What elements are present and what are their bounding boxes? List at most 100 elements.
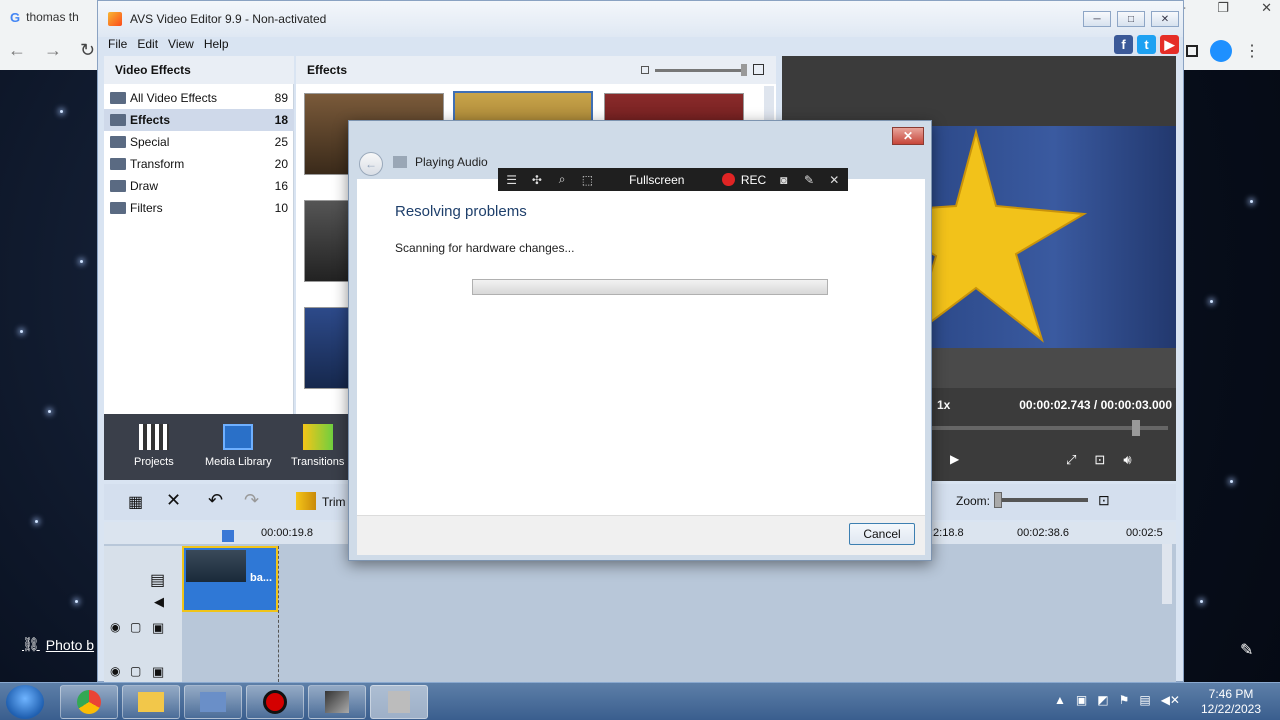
close-icon[interactable]: ✕	[827, 173, 842, 187]
region-zoom-icon[interactable]: ⌕	[555, 172, 570, 187]
fit-icon[interactable]: ⊡	[1098, 492, 1110, 509]
pencil-icon[interactable]: ✎	[801, 173, 816, 187]
back-button[interactable]: ←	[359, 152, 383, 176]
play-icon[interactable]: ▶	[950, 452, 959, 466]
move-icon[interactable]: ✣	[529, 173, 544, 187]
facebook-icon[interactable]: f	[1114, 35, 1133, 54]
category-count: 20	[274, 157, 288, 171]
crop-icon[interactable]: ⬚	[580, 173, 595, 187]
youtube-icon[interactable]: ▶	[1160, 35, 1179, 54]
fullscreen-label[interactable]: Fullscreen	[629, 173, 684, 187]
category-label: Draw	[130, 179, 159, 193]
fullscreen-icon[interactable]: ⤢	[1066, 452, 1076, 468]
close-icon[interactable]: ✕	[1261, 0, 1272, 18]
dialog-nav-title: Playing Audio	[393, 155, 488, 169]
zoom-handle[interactable]	[994, 492, 1002, 508]
extension-icon[interactable]	[1210, 40, 1232, 62]
projects-button[interactable]: Projects	[134, 424, 174, 468]
time-mark: 00:02:5	[1126, 527, 1163, 539]
edit-pencil-icon[interactable]: ✎	[1240, 640, 1253, 660]
menu-file[interactable]: File	[108, 37, 127, 51]
chrome-taskbar-item[interactable]	[60, 685, 118, 719]
trim-label[interactable]: Trim	[322, 495, 346, 509]
reload-icon[interactable]: ↻	[80, 40, 95, 61]
recording-toolbar: ☰ ✣ ⌕ ⬚ Fullscreen REC ◙ ✎ ✕	[498, 168, 848, 191]
category-filters[interactable]: Filters 10	[104, 197, 294, 219]
rec-label[interactable]: REC	[741, 173, 766, 187]
nav-title-text: Playing Audio	[415, 155, 488, 169]
category-all-video-effects[interactable]: All Video Effects 89	[104, 87, 294, 109]
restore-icon[interactable]: ❐	[1217, 0, 1229, 18]
app-taskbar-item[interactable]	[184, 685, 242, 719]
video-clip[interactable]: ba...	[182, 546, 278, 612]
thumbnail-size-slider[interactable]	[641, 64, 766, 76]
troubleshooter-taskbar-item[interactable]	[370, 685, 428, 719]
browser-extensions: ⋮	[1186, 40, 1260, 62]
eye-icon[interactable]: ◉	[110, 620, 120, 634]
cancel-button[interactable]: Cancel	[849, 523, 915, 545]
timeline-scrollbar[interactable]	[1162, 544, 1172, 604]
lock-icon[interactable]: ▢	[130, 620, 141, 634]
category-transform[interactable]: Transform 20	[104, 153, 294, 175]
category-special[interactable]: Special 25	[104, 131, 294, 153]
record-icon	[263, 690, 287, 714]
record-icon[interactable]	[722, 173, 735, 186]
menu-view[interactable]: View	[168, 37, 194, 51]
menu-edit[interactable]: Edit	[137, 37, 158, 51]
zoom-slider[interactable]	[1000, 498, 1088, 502]
preview-video	[932, 126, 1176, 348]
dialog-close-button[interactable]: ✕	[892, 127, 924, 145]
camera-icon[interactable]: ◙	[776, 173, 791, 187]
back-arrow-icon[interactable]: ←	[8, 40, 26, 61]
photo-credit-link[interactable]: ⛓ Photo b	[22, 636, 94, 653]
playhead[interactable]	[222, 530, 234, 542]
snapshot-icon[interactable]: ⊡	[1094, 452, 1105, 468]
tray-expand-icon[interactable]: ▲	[1054, 693, 1066, 707]
lock-icon[interactable]: ▢	[130, 664, 141, 678]
network-icon[interactable]: ▤	[1139, 693, 1150, 707]
category-count: 16	[274, 179, 288, 193]
minimize-button[interactable]: ─	[1083, 11, 1111, 27]
close-button[interactable]: ✕	[1151, 11, 1179, 27]
clip-thumbnail	[186, 550, 246, 582]
tray-app-icon[interactable]: ◩	[1097, 693, 1108, 707]
delete-icon[interactable]: ✕	[166, 490, 181, 511]
category-effects[interactable]: Effects 18	[104, 109, 294, 131]
twitter-icon[interactable]: t	[1137, 35, 1156, 54]
film-icon	[223, 424, 254, 450]
media-library-button[interactable]: Media Library	[205, 424, 272, 468]
browser-tab[interactable]: G thomas th	[10, 4, 100, 30]
trim-icon[interactable]	[296, 492, 316, 510]
volume-icon[interactable]: ◀✕	[1161, 693, 1180, 707]
audio-mute-icon[interactable]: ◀	[154, 594, 164, 610]
menu-dots-icon[interactable]: ⋮	[1244, 41, 1260, 61]
start-button[interactable]	[6, 685, 44, 719]
browser-nav: ← → ↻	[8, 40, 95, 61]
recorder-taskbar-item[interactable]	[246, 685, 304, 719]
redo-icon[interactable]: ↷	[244, 490, 259, 511]
explorer-taskbar-item[interactable]	[122, 685, 180, 719]
storyboard-icon[interactable]: ▦	[128, 492, 143, 512]
clock[interactable]: 7:46 PM 12/22/2023	[1196, 687, 1266, 717]
category-count: 18	[274, 113, 288, 127]
dialog-heading: Resolving problems	[395, 203, 527, 220]
media-library-label: Media Library	[205, 456, 272, 468]
tray-app-icon[interactable]: ▣	[1076, 693, 1087, 707]
seek-handle[interactable]	[1132, 420, 1140, 436]
avs-taskbar-item[interactable]	[308, 685, 366, 719]
playback-speed[interactable]: 1x	[937, 398, 950, 412]
forward-arrow-icon[interactable]: →	[44, 40, 62, 61]
category-draw[interactable]: Draw 16	[104, 175, 294, 197]
transitions-button[interactable]: Transitions	[291, 424, 344, 468]
total-time: 00:00:03.000	[1100, 398, 1172, 412]
menu-icon[interactable]: ☰	[504, 173, 519, 187]
tab-square-icon[interactable]	[1186, 45, 1198, 57]
eye-icon[interactable]: ◉	[110, 664, 120, 678]
menu-help[interactable]: Help	[204, 37, 229, 51]
flag-icon[interactable]: ⚑	[1119, 693, 1130, 707]
video-effects-panel: Video Effects All Video Effects 89 Effect…	[104, 56, 294, 414]
undo-icon[interactable]: ↶	[208, 490, 223, 511]
projects-label: Projects	[134, 456, 174, 468]
volume-icon[interactable]: 🔊︎	[1123, 452, 1131, 468]
maximize-button[interactable]: □	[1117, 11, 1145, 27]
